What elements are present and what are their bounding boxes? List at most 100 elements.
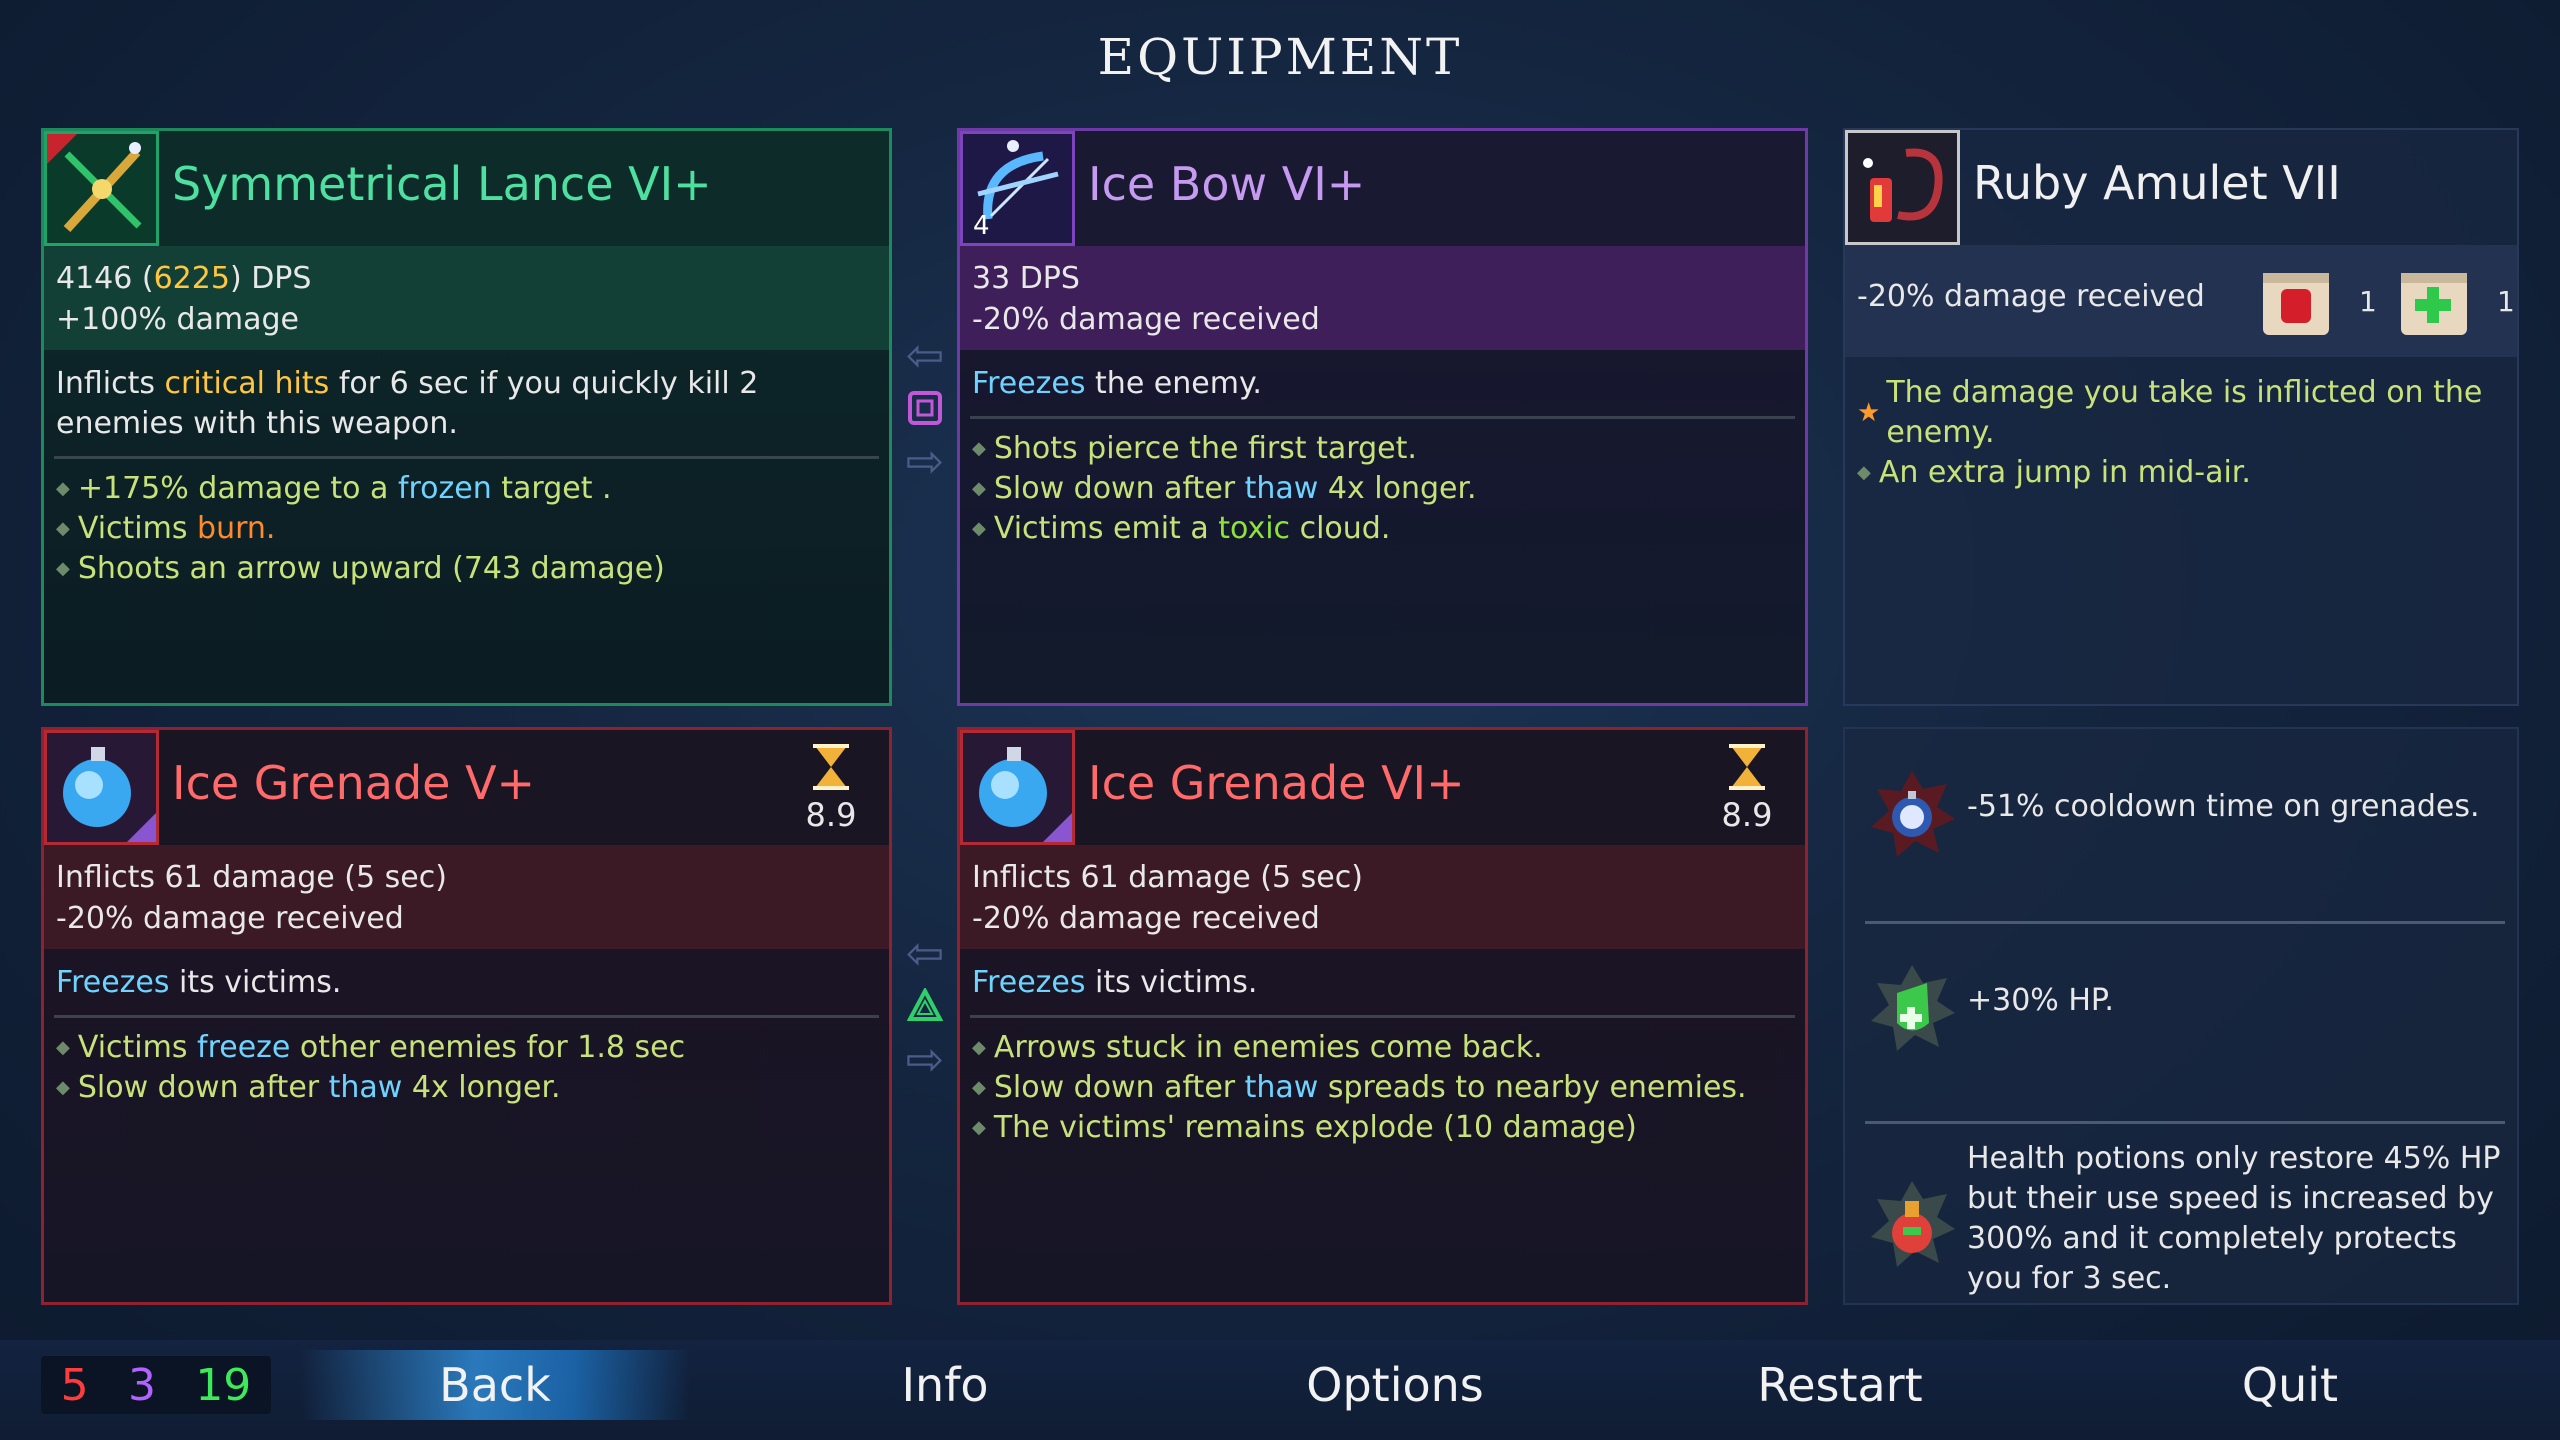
affix-list: ★ The damage you take is inflicted on the… [1845,357,2517,493]
keyword: toxic [1218,511,1291,546]
page-title: EQUIPMENT [1097,28,1463,86]
affix: ◆ Shots pierce the first target. [972,429,1793,469]
cooldown-value: 8.9 [805,796,857,834]
quit-button[interactable]: Quit [2200,1350,2380,1420]
restart-button[interactable]: Restart [1730,1350,1950,1420]
affix-text: 4x longer. [402,1070,561,1105]
amulet-icon [1845,130,1960,245]
dps-prefix: 4146 ( [56,261,154,296]
affix: ◆ Victims freeze other enemies for 1.8 se… [56,1028,877,1068]
scroll-counters: 5 3 19 [41,1356,271,1414]
affix: ◆ Slow down after thaw 4x longer. [56,1068,877,1108]
bullet-icon: ◆ [56,558,70,579]
skill-card-grenade-2[interactable]: Ice Grenade VI+ 8.9 Inflicts 61 damage (… [957,727,1808,1305]
stat-line: -20% damage received [56,901,404,936]
stat-line: Inflicts 61 damage (5 sec) [56,860,447,895]
divider [1865,921,2505,924]
desc-text: Inflicts [56,366,165,401]
keyword: Freezes [972,366,1086,401]
back-button[interactable]: Back [300,1350,690,1420]
stat-line: +100% damage [56,302,299,337]
desc-text: its victims. [1085,965,1258,1000]
survival-count: 19 [195,1359,252,1411]
cooldown-indicator: 8.9 [801,744,861,834]
divider [54,1015,879,1018]
keyword: frozen [397,471,492,506]
mutation-hp[interactable]: +30% HP. [1857,951,2507,1141]
bullet-icon: ◆ [972,518,986,539]
dps-suffix: ) DPS [229,261,312,296]
potion-icon [1867,1179,1957,1269]
arrow-right-icon: ⇨ [905,434,945,488]
stat-line: -20% damage received [1857,279,2205,314]
bullet-icon: ◆ [972,478,986,499]
brutality-scroll-icon [2255,263,2337,345]
weapon-card-lance[interactable]: Symmetrical Lance VI+ 4146 (6225) DPS +1… [41,128,892,706]
bullet-icon: ◆ [56,1037,70,1058]
icon-count: 4 [973,211,990,241]
affix-text: spreads to nearby enemies. [1318,1070,1747,1105]
options-button[interactable]: Options [1290,1350,1500,1420]
bullet-icon: ◆ [972,1037,986,1058]
arrow-left-icon: ⇦ [905,926,945,980]
weapon-swap-control[interactable]: ⇦ ⇨ [893,330,957,486]
affix-text: Arrows stuck in enemies come back. [993,1030,1543,1065]
mutation-potions[interactable]: Health potions only restore 45% HP but t… [1857,1139,2507,1329]
mutation-text: Health potions only restore 45% HP but t… [1967,1141,2501,1296]
bullet-icon: ◆ [1857,462,1871,483]
weapon-card-bow[interactable]: 4 Ice Bow VI+ 33 DPS -20% damage receive… [957,128,1808,706]
info-button[interactable]: Info [845,1350,1045,1420]
affix-list: ◆ Shots pierce the first target. ◆ Slow do… [960,429,1805,549]
desc-text: the enemy. [1085,366,1262,401]
desc-text: its victims. [169,965,342,1000]
divider [54,456,879,459]
affix-text: Shots pierce the first target. [993,431,1417,466]
affix: ◆ An extra jump in mid-air. [1857,453,2505,493]
keyword: Freezes [972,965,1086,1000]
item-name: Symmetrical Lance VI+ [172,157,712,211]
keyword: critical hits [164,366,330,401]
divider [970,1015,1795,1018]
affix: ★ The damage you take is inflicted on the… [1857,373,2505,453]
card-header: 4 Ice Bow VI+ [960,131,1805,246]
card-header: Ice Grenade V+ 8.9 [44,730,889,845]
survival-scroll-icon [2393,263,2475,345]
mutation-grenade-cooldown[interactable]: -51% cooldown time on grenades. [1857,757,2507,947]
skill-swap-control[interactable]: ⇦ ⇨ [893,928,957,1084]
affix-text: cloud. [1290,511,1391,546]
bow-icon: 4 [960,131,1075,246]
affix: ◆ Victims emit a toxic cloud. [972,509,1793,549]
square-button-icon[interactable] [907,390,943,426]
triangle-button-icon[interactable] [906,986,944,1024]
ice-grenade-icon [960,730,1075,845]
tactics-count: 3 [127,1359,156,1411]
keyword: freeze [197,1030,291,1065]
stat-line: 33 DPS [972,261,1080,296]
keyword: Freezes [56,965,170,1000]
bullet-icon: ◆ [56,518,70,539]
affix-text: Victims [77,1030,198,1065]
arrow-right-icon: ⇨ [905,1032,945,1086]
hourglass-icon [813,744,849,790]
affix-text: +175% damage to a [77,471,398,506]
skill-card-grenade-1[interactable]: Ice Grenade V+ 8.9 Inflicts 61 damage (5… [41,727,892,1305]
amulet-card[interactable]: Ruby Amulet VII -20% damage received 1 1… [1843,128,2519,706]
bullet-icon: ◆ [972,1077,986,1098]
dps-boost: 6225 [153,261,230,296]
bullet-icon: ◆ [972,438,986,459]
stopwatch-icon [1867,769,1957,859]
affix-text: other enemies for 1.8 sec [290,1030,686,1065]
affix-text: The victims' remains explode (10 damage) [993,1110,1637,1145]
hourglass-icon [1729,744,1765,790]
affix-text: Slow down after [993,471,1245,506]
mutations-panel: -51% cooldown time on grenades. +30% HP.… [1843,727,2519,1305]
affix: ◆ Slow down after thaw 4x longer. [972,469,1793,509]
ice-grenade-icon [44,730,159,845]
item-stats: -20% damage received 1 1 [1845,245,2517,357]
affix: ◆ Arrows stuck in enemies come back. [972,1028,1793,1068]
affix-text: An extra jump in mid-air. [1878,455,2251,490]
item-description: Freezes its victims. [960,949,1805,1015]
affix-list: ◆ Victims freeze other enemies for 1.8 se… [44,1028,889,1108]
affix-text: target . [491,471,612,506]
star-icon: ★ [1857,398,1881,428]
